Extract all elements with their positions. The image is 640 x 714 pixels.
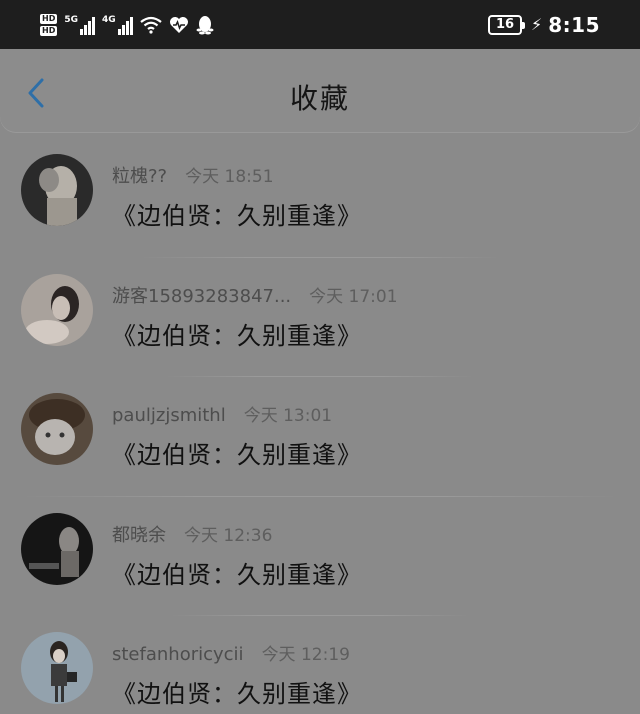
status-bar-left: HD HD 5G 4G (40, 13, 214, 36)
item-meta: stefanhoricycii 今天 12:19 (112, 640, 350, 665)
hd-badge-top: HD (40, 13, 58, 24)
favorite-title[interactable]: 《边伯贤：久别重逢》 (112, 674, 362, 709)
avatar[interactable] (21, 393, 93, 465)
qq-penguin-icon (196, 15, 214, 34)
list-item[interactable]: stefanhoricycii 今天 12:19 《边伯贤：久别重逢》 (0, 616, 640, 714)
user-name[interactable]: stefanhoricycii (112, 644, 244, 665)
signal-4g-icon: 4G (102, 15, 133, 35)
list-item[interactable]: 游客15893283847... 今天 17:01 《边伯贤：久别重逢》 (0, 258, 640, 377)
avatar[interactable] (21, 632, 93, 704)
timestamp: 今天 13:01 (243, 406, 333, 426)
item-meta: pauljzjsmithl 今天 13:01 (112, 401, 332, 426)
page-header: 收藏 (0, 49, 640, 132)
favorite-title[interactable]: 《边伯贤：久别重逢》 (112, 555, 362, 590)
user-name[interactable]: 都晓余 (112, 521, 166, 547)
battery-level: 16 (495, 16, 515, 32)
signal-5g-icon: 5G (64, 15, 95, 35)
charging-icon: ⚡ (531, 15, 543, 34)
favorite-title[interactable]: 《边伯贤：久别重逢》 (112, 435, 362, 470)
status-bar: HD HD 5G 4G 16 ⚡ 8:15 (0, 0, 640, 49)
list-item[interactable]: pauljzjsmithl 今天 13:01 《边伯贤：久别重逢》 (0, 377, 640, 497)
signal-4g-label: 4G (102, 14, 116, 25)
user-name[interactable]: 粒槐?? (112, 162, 167, 188)
wifi-icon (139, 16, 162, 34)
timestamp: 今天 12:36 (184, 525, 273, 546)
timestamp: 今天 12:19 (261, 645, 350, 665)
item-meta: 都晓余 今天 12:36 (112, 521, 272, 547)
item-meta: 游客15893283847... 今天 17:01 (112, 282, 398, 308)
user-name[interactable]: pauljzjsmithl (112, 405, 226, 426)
status-clock: 8:15 (548, 12, 600, 37)
health-heart-icon (169, 16, 188, 33)
avatar[interactable] (21, 154, 93, 226)
favorites-list: 粒槐?? 今天 18:51 《边伯贤：久别重逢》 游客15893283847..… (0, 138, 640, 714)
list-item[interactable]: 粒槐?? 今天 18:51 《边伯贤：久别重逢》 (0, 138, 640, 258)
item-meta: 粒槐?? 今天 18:51 (112, 162, 274, 188)
page-title: 收藏 (289, 82, 350, 115)
user-name[interactable]: 游客15893283847... (112, 282, 291, 308)
favorite-title[interactable]: 《边伯贤：久别重逢》 (112, 196, 362, 231)
list-item[interactable]: 都晓余 今天 12:36 《边伯贤：久别重逢》 (0, 497, 640, 616)
timestamp: 今天 18:51 (185, 167, 274, 187)
avatar[interactable] (21, 512, 93, 585)
timestamp: 今天 17:01 (309, 286, 398, 307)
hd-badge-bottom: HD (40, 25, 58, 36)
status-bar-right: 16 ⚡ 8:15 (488, 13, 600, 37)
hd-voice-indicator: HD HD (40, 13, 58, 36)
favorite-title[interactable]: 《边伯贤：久别重逢》 (112, 316, 362, 351)
avatar[interactable] (21, 273, 93, 346)
signal-5g-label: 5G (64, 14, 78, 25)
battery-icon: 16 (488, 14, 526, 35)
